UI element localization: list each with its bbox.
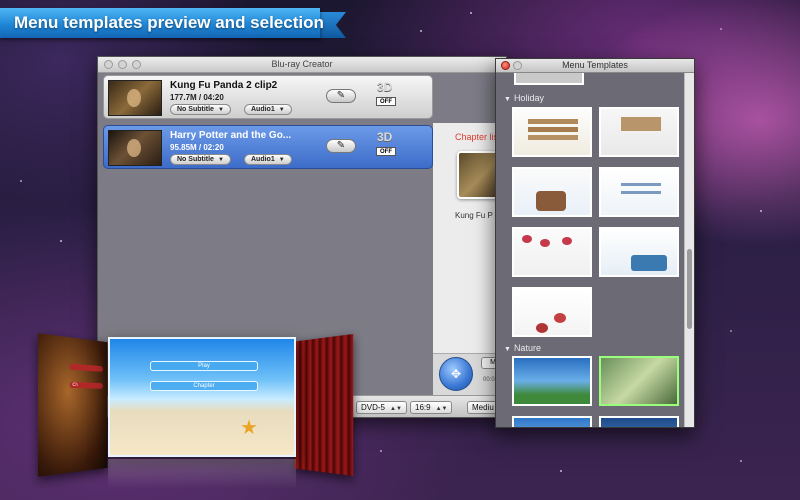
template-thumbnail[interactable] xyxy=(512,356,592,406)
category-nature[interactable]: ▼ Nature xyxy=(504,343,541,353)
file-item[interactable]: Harry Potter and the Go... 95.85M / 02:2… xyxy=(103,125,433,169)
file-meta: 177.7M / 04:20 xyxy=(170,93,224,102)
3d-toggle[interactable]: OFF xyxy=(376,97,396,106)
menu-preview-left: Ch xyxy=(37,333,108,477)
3d-label: 3D xyxy=(377,130,393,144)
template-thumbnail[interactable] xyxy=(599,416,679,427)
menu-templates-window: Menu Templates ▼ Holiday ▼ Nature xyxy=(495,58,695,428)
template-thumbnail[interactable] xyxy=(512,287,592,337)
triangle-down-icon: ▼ xyxy=(278,157,285,163)
template-thumbnail[interactable] xyxy=(599,227,679,277)
triangle-down-icon: ▼ xyxy=(217,107,224,113)
template-thumbnail[interactable] xyxy=(599,107,679,157)
starfish-icon: ★ xyxy=(240,417,258,439)
triangle-down-icon: ▲▼ xyxy=(435,406,448,412)
edit-button[interactable]: ✎ xyxy=(326,89,356,103)
preview-reflection xyxy=(108,459,296,489)
navigation-arrows-icon[interactable]: ✥ xyxy=(439,357,473,391)
window-title: Blu-ray Creator xyxy=(271,59,333,69)
disc-type-select[interactable]: DVD-5 ▲▼ xyxy=(356,401,407,414)
3d-toggle[interactable]: OFF xyxy=(376,147,396,156)
template-thumbnail[interactable] xyxy=(599,167,679,217)
subtitle-dropdown[interactable]: No Subtitle ▼ xyxy=(170,104,231,115)
templates-list: ▼ Holiday ▼ Nature xyxy=(496,73,684,427)
pencil-icon: ✎ xyxy=(336,140,346,151)
category-holiday[interactable]: ▼ Holiday xyxy=(504,93,544,103)
menu-preview-right xyxy=(294,333,354,477)
banner-text: Menu templates preview and selection xyxy=(14,13,324,32)
time-readout: 00:0 xyxy=(483,377,495,383)
file-list: Kung Fu Panda 2 clip2 177.7M / 04:20 No … xyxy=(103,75,433,175)
video-thumbnail xyxy=(108,80,162,116)
audio-dropdown[interactable]: Audio1 ▼ xyxy=(244,104,292,115)
edit-button[interactable]: ✎ xyxy=(326,139,356,153)
triangle-down-icon: ▼ xyxy=(278,107,285,113)
feature-banner: Menu templates preview and selection xyxy=(0,8,346,41)
subtitle-dropdown[interactable]: No Subtitle ▼ xyxy=(170,154,231,165)
window-titlebar[interactable]: Blu-ray Creator xyxy=(98,57,506,73)
triangle-down-icon: ▼ xyxy=(504,96,511,103)
video-thumbnail xyxy=(108,130,162,166)
menu-preview-center: Play Chapter ★ xyxy=(108,337,296,457)
template-thumbnail[interactable] xyxy=(512,227,592,277)
template-thumbnail[interactable] xyxy=(512,416,592,427)
triangle-down-icon: ▼ xyxy=(504,346,511,353)
quality-select[interactable]: Mediu xyxy=(467,401,498,414)
chapter-list-title: Chapter lis xyxy=(455,132,499,142)
triangle-down-icon: ▲▼ xyxy=(390,406,402,412)
file-title: Kung Fu Panda 2 clip2 xyxy=(170,80,278,91)
triangle-down-icon: ▼ xyxy=(217,157,224,163)
pencil-icon: ✎ xyxy=(336,90,346,101)
chapter-button[interactable]: Chapter xyxy=(150,381,258,391)
scrollbar-thumb[interactable] xyxy=(687,249,692,329)
templates-titlebar[interactable]: Menu Templates xyxy=(496,59,694,73)
file-item[interactable]: Kung Fu Panda 2 clip2 177.7M / 04:20 No … xyxy=(103,75,433,119)
play-button[interactable]: Play xyxy=(150,361,258,371)
chapter-name: Kung Fu P xyxy=(455,211,493,220)
file-meta: 95.85M / 02:20 xyxy=(170,143,224,152)
templates-title: Menu Templates xyxy=(562,60,628,70)
3d-label: 3D xyxy=(377,80,393,94)
file-title: Harry Potter and the Go... xyxy=(170,130,292,141)
template-thumbnail[interactable] xyxy=(512,107,592,157)
audio-dropdown[interactable]: Audio1 ▼ xyxy=(244,154,292,165)
templates-scrollbar[interactable] xyxy=(684,73,694,427)
template-thumbnail-selected[interactable] xyxy=(599,356,679,406)
template-thumbnail[interactable] xyxy=(512,167,592,217)
template-thumbnail[interactable] xyxy=(514,73,584,85)
aspect-ratio-select[interactable]: 16:9 ▲▼ xyxy=(410,401,453,414)
